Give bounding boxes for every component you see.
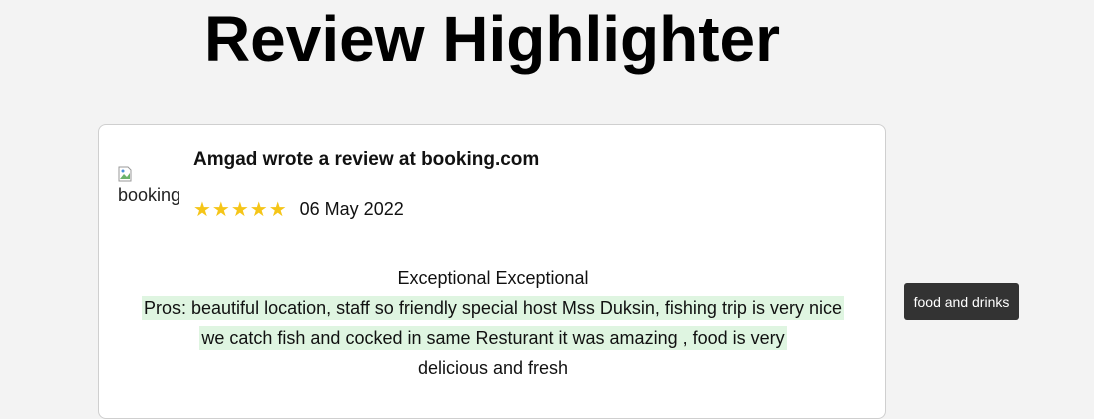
review-card: booking Amgad wrote a review at booking.… [98,124,886,419]
review-title: Exceptional Exceptional [397,268,589,288]
review-header: Amgad wrote a review at booking.com [193,149,540,170]
broken-image-icon [118,166,132,182]
star-rating: ★★★★★ [193,199,288,221]
site-logo: booking [118,165,179,209]
highlighted-text[interactable]: Pros: beautiful location, staff so frien… [142,296,844,320]
rating-row: ★★★★★ 06 May 2022 [193,197,404,222]
review-date: 06 May 2022 [299,199,404,219]
review-text: delicious and fresh [417,358,569,378]
highlighted-text[interactable]: we catch fish and cocked in same Restura… [199,326,787,350]
logo-alt-text: booking [118,185,179,205]
highlight-tooltip: food and drinks [904,283,1019,320]
review-body: Exceptional Exceptional Pros: beautiful … [99,263,887,383]
page-title: Review Highlighter [203,3,781,75]
